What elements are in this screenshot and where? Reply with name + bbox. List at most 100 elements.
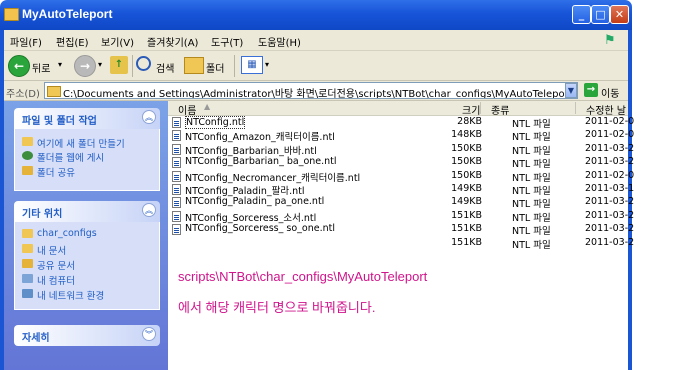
file-modified: 2011-02-0	[585, 169, 635, 181]
forward-icon[interactable]: →	[74, 55, 96, 77]
new-folder-icon	[22, 137, 33, 146]
file-size: 151KB	[451, 209, 482, 221]
file-row[interactable]: NTConfig_Barbarian_바바.ntl 150KB NTL 파일 2011…	[172, 143, 634, 157]
menu-help[interactable]: 도움말(H)	[258, 34, 301, 49]
forward-dropdown-icon[interactable]: ▾	[98, 60, 102, 69]
window-title: MyAutoTeleport	[22, 7, 113, 21]
task-label[interactable]: 여기에 새 폴더 만들기	[37, 136, 125, 150]
up-folder-icon[interactable]: ↑	[110, 56, 128, 74]
other-places-panel: char_configs 내 문서 공유 문서 내 컴퓨터 내 네트워크 환경	[14, 222, 160, 310]
file-row[interactable]: NTConfig_Barbarian_ ba_one.ntl 150KB NTL 파…	[172, 156, 634, 171]
folder-icon	[47, 86, 61, 97]
file-row[interactable]: NTConfig_Amazon_캐릭터이름.ntl 148KB NTL 파일 2011…	[172, 129, 634, 144]
details-panel-header[interactable]: 자세히 ︾	[14, 325, 160, 346]
file-name[interactable]: NTConfig.ntl	[185, 116, 246, 129]
file-size: 151KB	[451, 223, 482, 235]
column-separator[interactable]	[575, 102, 576, 114]
file-name[interactable]: NTConfig_Amazon_캐릭터이름.ntl	[185, 129, 335, 143]
minimize-icon: _	[578, 8, 585, 21]
other-places-panel-header[interactable]: 기타 위치 ︽	[14, 201, 160, 222]
file-row[interactable]: NTConfig_Sorceress_소서.ntl 151KB NTL 파일 2011…	[172, 209, 634, 224]
menu-view[interactable]: 보기(V)	[101, 34, 134, 49]
file-row[interactable]: NTConfig_Necromancer_캐릭터이름.ntl 150KB NTL 파…	[172, 170, 634, 184]
ntl-file-icon	[172, 157, 181, 169]
file-size: 149KB	[451, 196, 482, 208]
place-label[interactable]: 공유 문서	[37, 258, 75, 272]
file-row[interactable]: 151KB NTL 파일 2011-03-2	[172, 237, 634, 251]
task-label[interactable]: 폴더를 웹에 게시	[37, 150, 104, 164]
file-type: NTL 파일	[512, 239, 551, 251]
ntl-file-icon	[172, 210, 181, 222]
column-modified[interactable]: 수정한 날	[586, 102, 626, 117]
file-type: NTL 파일	[512, 172, 551, 184]
views-icon[interactable]: ▦	[241, 56, 263, 74]
computer-icon	[22, 274, 33, 283]
ntl-file-icon	[172, 170, 181, 182]
file-name[interactable]: NTConfig_Paladin_ pa_one.ntl	[185, 196, 324, 207]
menu-tools[interactable]: 도구(T)	[211, 34, 243, 49]
file-type: NTL 파일	[512, 212, 551, 224]
file-row[interactable]: NTConfig_Paladin_ pa_one.ntl 149KB NTL 파일 2…	[172, 196, 634, 210]
folders-icon[interactable]	[184, 57, 204, 74]
file-name[interactable]: NTConfig_Necromancer_캐릭터이름.ntl	[185, 170, 360, 184]
file-modified: 2011-03-1	[585, 183, 635, 194]
column-type[interactable]: 종류	[491, 102, 509, 117]
go-arrow-icon[interactable]: →	[584, 83, 598, 97]
place-label[interactable]: 내 네트워크 환경	[37, 288, 104, 302]
back-dropdown-icon[interactable]: ▾	[58, 60, 62, 69]
collapse-chevron-icon[interactable]: ︽	[142, 203, 156, 217]
folders-button-label[interactable]: 폴더	[206, 60, 224, 75]
panel-title: 기타 위치	[22, 209, 63, 220]
file-tasks-panel: 여기에 새 폴더 만들기 폴더를 웹에 게시 폴더 공유	[14, 129, 160, 191]
file-row[interactable]: NTConfig.ntl 28KB NTL 파일 2011-02-0	[172, 116, 634, 130]
menu-file[interactable]: 파일(F)	[10, 34, 42, 49]
back-button-label[interactable]: 뒤로	[32, 60, 50, 75]
address-label: 주소(D)	[6, 89, 40, 100]
ntl-file-icon	[172, 130, 181, 142]
maximize-button[interactable]: □	[591, 5, 610, 24]
close-button[interactable]: ✕	[610, 5, 629, 24]
column-name[interactable]: 이름	[178, 102, 196, 117]
place-label[interactable]: 내 문서	[37, 243, 66, 257]
file-name[interactable]: NTConfig_Paladin_팔라.ntl	[185, 183, 305, 197]
minimize-button[interactable]: _	[572, 5, 591, 24]
file-tasks-panel-header[interactable]: 파일 및 폴더 작업 ︽	[14, 108, 160, 129]
file-modified: 2011-03-2	[585, 156, 635, 168]
views-dropdown-icon[interactable]: ▾	[265, 60, 269, 69]
file-size: 150KB	[451, 156, 482, 168]
file-row[interactable]: NTConfig_Paladin_팔라.ntl 149KB NTL 파일 2011-0…	[172, 183, 634, 197]
task-label[interactable]: 폴더 공유	[37, 165, 75, 179]
address-dropdown-icon[interactable]: ▼	[565, 83, 577, 98]
file-name[interactable]: NTConfig_Sorceress_ so_one.ntl	[185, 223, 335, 234]
file-name[interactable]: NTConfig_Sorceress_소서.ntl	[185, 210, 316, 224]
expand-chevron-icon[interactable]: ︾	[142, 327, 156, 341]
ntl-file-icon	[172, 143, 181, 155]
file-type: NTL 파일	[512, 132, 551, 144]
file-name[interactable]: NTConfig_Barbarian_ ba_one.ntl	[185, 156, 337, 167]
search-button-label[interactable]: 검색	[156, 60, 174, 75]
menu-edit[interactable]: 편집(E)	[56, 34, 89, 49]
sort-ascending-icon: ▲	[204, 102, 211, 111]
file-modified: 2011-03-2	[585, 142, 635, 154]
back-icon[interactable]: ←	[8, 55, 30, 77]
place-label[interactable]: char_configs	[37, 228, 97, 239]
globe-icon	[22, 151, 33, 160]
go-button-label[interactable]: 이동	[601, 85, 619, 100]
column-size[interactable]: 크기	[462, 102, 480, 117]
address-input[interactable]: C:\Documents and Settings\Administrator\…	[44, 82, 578, 99]
file-row[interactable]: NTConfig_Sorceress_ so_one.ntl 151KB NTL 파…	[172, 223, 634, 237]
toolbar-separator	[234, 55, 235, 77]
file-name[interactable]: NTConfig_Barbarian_바바.ntl	[185, 143, 317, 157]
ntl-file-icon	[172, 197, 181, 209]
search-icon[interactable]	[136, 56, 151, 71]
file-type: NTL 파일	[512, 119, 551, 130]
file-modified: 2011-02-0	[585, 116, 635, 127]
annotation-instruction: 에서 해당 캐릭터 명으로 바꿔줍니다.	[178, 300, 376, 315]
menu-favorites[interactable]: 즐겨찾기(A)	[147, 34, 198, 49]
file-type: NTL 파일	[512, 159, 551, 171]
collapse-chevron-icon[interactable]: ︽	[142, 110, 156, 124]
address-path[interactable]: C:\Documents and Settings\Administrator\…	[63, 85, 565, 98]
column-separator[interactable]	[480, 102, 481, 114]
place-label[interactable]: 내 컴퓨터	[37, 273, 75, 287]
shared-documents-icon	[22, 259, 33, 268]
